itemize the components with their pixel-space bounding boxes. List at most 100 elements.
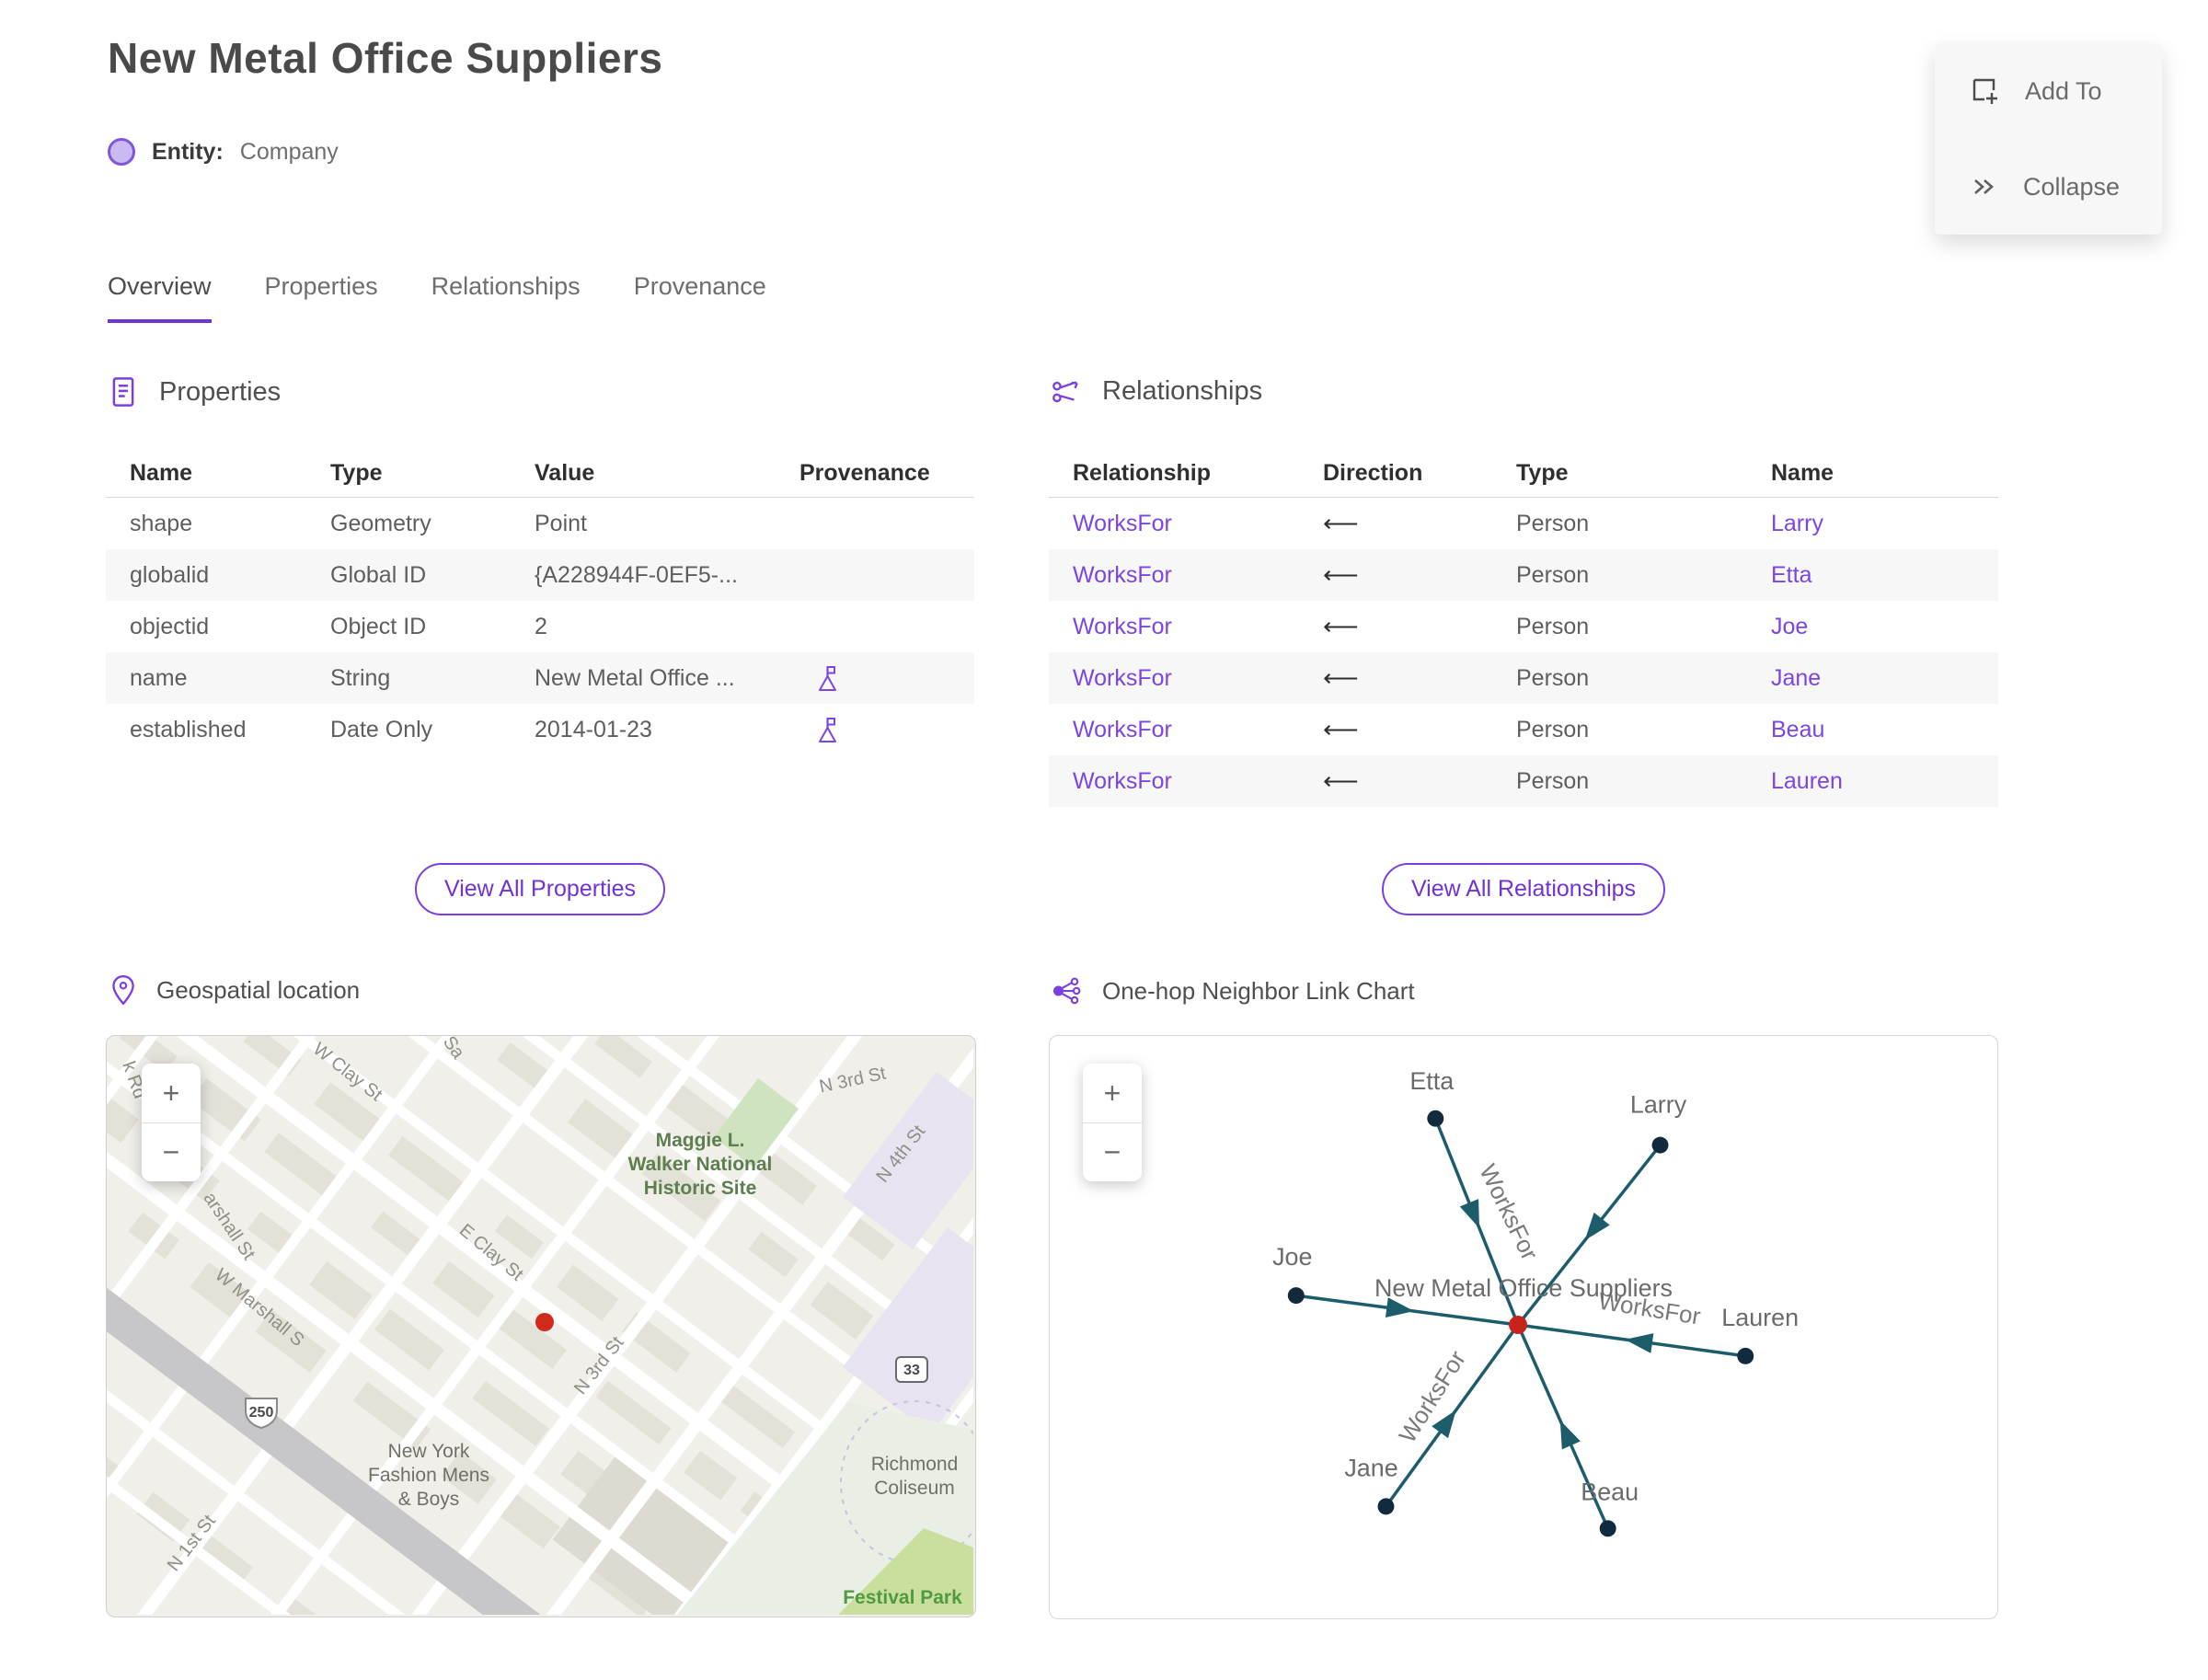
- direction-arrow: ⟵: [1323, 766, 1359, 795]
- tab-bar: Overview Properties Relationships Provenanc…: [108, 272, 766, 323]
- properties-table-body: shape Geometry Point globalid Global ID {A228…: [106, 497, 974, 755]
- table-row: WorksFor ⟵ Person Lauren: [1049, 755, 1998, 807]
- properties-icon: [112, 377, 134, 407]
- chart-zoom-out-button[interactable]: −: [1083, 1122, 1142, 1181]
- tab-provenance[interactable]: Provenance: [634, 272, 766, 323]
- collapse-button[interactable]: Collapse: [1935, 139, 2162, 235]
- property-name: established: [130, 716, 247, 742]
- entity-name-link[interactable]: Larry: [1747, 511, 1998, 537]
- relationships-section-title: Relationships: [1102, 375, 1263, 406]
- chart-node-label: Lauren: [1721, 1304, 1799, 1331]
- relationship-link[interactable]: WorksFor: [1049, 562, 1299, 589]
- property-type: Global ID: [330, 561, 427, 588]
- chart-node-larry[interactable]: [1651, 1136, 1669, 1154]
- view-all-properties-button[interactable]: View All Properties: [415, 863, 665, 915]
- actions-panel: Add To Collapse: [1935, 43, 2162, 235]
- column-header: Name: [1771, 459, 1834, 486]
- chart-node-label: Larry: [1630, 1091, 1687, 1119]
- relationship-link[interactable]: WorksFor: [1049, 511, 1299, 537]
- property-provenance: [776, 716, 974, 743]
- property-type: Date Only: [330, 716, 433, 742]
- column-header: Relationship: [1073, 459, 1212, 486]
- property-value: {A228944F-0EF5-...: [535, 561, 738, 588]
- entity-name-link[interactable]: Joe: [1747, 614, 1998, 640]
- relationship-type: Person: [1516, 664, 1590, 691]
- property-name: objectid: [130, 613, 210, 639]
- chart-node-label: Beau: [1581, 1478, 1639, 1505]
- map-zoom-out-button[interactable]: −: [142, 1122, 201, 1181]
- column-header: Type: [330, 459, 383, 486]
- map-label: Coliseum: [874, 1478, 955, 1499]
- map-label: Historic Site: [644, 1178, 757, 1199]
- entity-name-link[interactable]: Jane: [1747, 665, 1998, 692]
- map-label: New York: [388, 1441, 470, 1462]
- chart-node-jane[interactable]: [1377, 1498, 1395, 1515]
- chart-center-label: New Metal Office Suppliers: [1374, 1274, 1673, 1302]
- table-row: WorksFor ⟵ Person Etta: [1049, 549, 1998, 601]
- map-pin-icon: [112, 975, 134, 1006]
- direction-arrow: ⟵: [1323, 612, 1359, 640]
- table-row: objectid Object ID 2: [106, 601, 974, 652]
- chart-node-etta[interactable]: [1427, 1110, 1444, 1127]
- map-zoom-in-button[interactable]: +: [142, 1064, 201, 1122]
- chart-node-lauren[interactable]: [1737, 1347, 1754, 1364]
- provenance-flag-icon[interactable]: [812, 664, 836, 692]
- link-chart-panel[interactable]: WorksFor WorksFor WorksFor New Metal Office…: [1049, 1035, 1998, 1619]
- property-name: shape: [130, 510, 193, 536]
- map-label: Walker National: [628, 1154, 773, 1175]
- chart-edge-label: WorksFor: [1395, 1346, 1471, 1447]
- route-shield-label: 33: [903, 1363, 920, 1378]
- property-value: Point: [535, 510, 587, 536]
- view-all-relationships-button[interactable]: View All Relationships: [1381, 863, 1666, 915]
- properties-table: Name Type Value Provenance shape Geometry Poi…: [106, 449, 974, 755]
- chart-node-beau[interactable]: [1599, 1520, 1616, 1537]
- entity-type-value: Company: [239, 138, 339, 165]
- relationship-link[interactable]: WorksFor: [1049, 717, 1299, 743]
- property-value: New Metal Office ...: [535, 664, 735, 691]
- map-canvas[interactable]: 25033 k Rd W Clay St SaN 3rd StN 4th Stars…: [107, 1036, 975, 1617]
- tab-properties[interactable]: Properties: [265, 272, 378, 323]
- geospatial-section-header: Geospatial location: [110, 973, 360, 1007]
- column-header: Provenance: [799, 459, 930, 486]
- property-value: 2014-01-23: [535, 716, 652, 742]
- table-row: shape Geometry Point: [106, 498, 974, 549]
- map-label: Festival Park: [843, 1587, 962, 1608]
- relationship-type: Person: [1516, 767, 1590, 794]
- relationship-link[interactable]: WorksFor: [1049, 768, 1299, 795]
- link-chart-canvas[interactable]: WorksForWorksForWorksForNew Metal Office…: [1050, 1036, 1995, 1617]
- map-marker[interactable]: [535, 1313, 554, 1331]
- chart-node-joe[interactable]: [1287, 1287, 1305, 1305]
- map-zoom-control: + −: [142, 1064, 201, 1181]
- entity-label: Entity:: [152, 138, 224, 165]
- tab-relationships[interactable]: Relationships: [431, 272, 581, 323]
- table-row: globalid Global ID {A228944F-0EF5-...: [106, 549, 974, 601]
- direction-arrow: ⟵: [1323, 560, 1359, 589]
- table-row: WorksFor ⟵ Person Joe: [1049, 601, 1998, 652]
- relationships-icon: [1052, 381, 1078, 403]
- chart-node-label: Jane: [1344, 1454, 1397, 1481]
- entity-name-link[interactable]: Beau: [1747, 717, 1998, 743]
- chart-zoom-in-button[interactable]: +: [1083, 1064, 1142, 1122]
- map-panel[interactable]: 250 33 k Rd W Clay St Sa N 3rd St N 4th St ars…: [106, 1035, 976, 1617]
- entity-details-page: New Metal Office Suppliers Entity: Compa…: [0, 0, 2208, 1680]
- add-to-icon: [1972, 78, 1997, 104]
- properties-section-header: Properties: [108, 375, 281, 408]
- relationship-link[interactable]: WorksFor: [1049, 614, 1299, 640]
- relationship-link[interactable]: WorksFor: [1049, 665, 1299, 692]
- table-row: WorksFor ⟵ Person Larry: [1049, 498, 1998, 549]
- chart-edge-arrow: [1625, 1333, 1654, 1353]
- table-row: WorksFor ⟵ Person Beau: [1049, 704, 1998, 755]
- entity-name-link[interactable]: Lauren: [1747, 768, 1998, 795]
- property-provenance: [776, 664, 974, 692]
- column-header: Value: [535, 459, 595, 486]
- properties-table-header: Name Type Value Provenance: [106, 449, 974, 497]
- chart-center-node[interactable]: [1509, 1316, 1527, 1334]
- entity-name-link[interactable]: Etta: [1747, 562, 1998, 589]
- tab-overview[interactable]: Overview: [108, 272, 212, 323]
- chart-node-label: Etta: [1409, 1067, 1454, 1095]
- direction-arrow: ⟵: [1323, 715, 1359, 743]
- table-row: established Date Only 2014-01-23: [106, 704, 974, 755]
- page-title: New Metal Office Suppliers: [108, 34, 663, 82]
- provenance-flag-icon[interactable]: [812, 716, 836, 743]
- add-to-button[interactable]: Add To: [1935, 43, 2162, 139]
